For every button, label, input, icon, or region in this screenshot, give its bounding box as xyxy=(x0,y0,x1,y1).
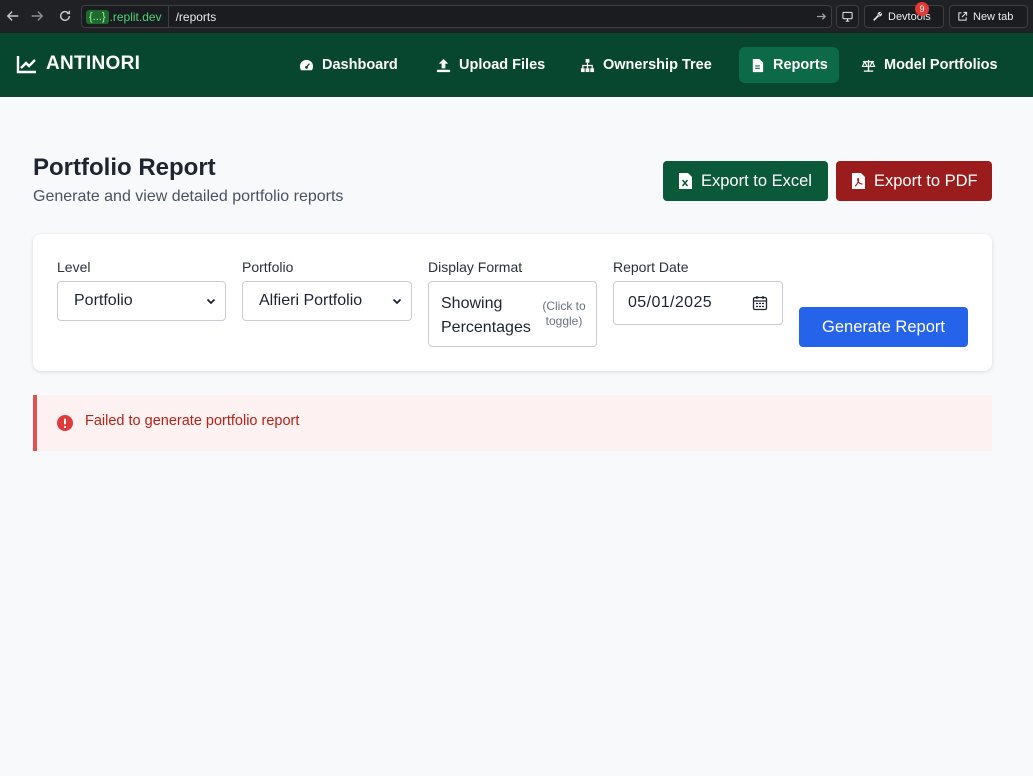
report-date-label: Report Date xyxy=(613,259,689,275)
export-pdf-button[interactable]: Export to PDF xyxy=(836,161,992,201)
file-icon xyxy=(752,58,764,72)
display-format-hint: (Click to toggle) xyxy=(542,299,586,328)
export-pdf-label: Export to PDF xyxy=(874,171,978,190)
chevron-down-icon xyxy=(392,298,402,305)
calendar-icon[interactable] xyxy=(752,295,768,311)
nav-label: Reports xyxy=(773,57,828,73)
error-message: Failed to generate portfolio report xyxy=(85,413,300,429)
app-header: ANTINORI Dashboard Upload Files Ownershi… xyxy=(0,33,1033,97)
new-tab-label: New tab xyxy=(973,10,1014,23)
arrow-left-icon xyxy=(6,11,19,21)
display-format-label: Display Format xyxy=(428,259,523,275)
nav-label: Model Portfolios xyxy=(884,57,998,73)
level-value: Portfolio xyxy=(74,292,133,309)
forward-button[interactable] xyxy=(24,3,50,29)
file-excel-icon xyxy=(679,173,692,189)
nav-upload-files[interactable]: Upload Files xyxy=(425,47,556,83)
display-format-toggle[interactable]: Showing Percentages (Click to toggle) xyxy=(428,281,597,347)
reload-button[interactable] xyxy=(52,3,78,29)
sitemap-icon xyxy=(580,58,595,72)
report-filters-card: Level Portfolio Portfolio Alfieri Portfo… xyxy=(33,234,992,371)
upload-icon xyxy=(436,58,451,72)
report-date-value: 05/01/2025 xyxy=(628,294,713,311)
url-host-text: .replit.dev xyxy=(109,9,162,24)
portfolio-select[interactable]: Alfieri Portfolio xyxy=(242,281,412,321)
export-excel-button[interactable]: Export to Excel xyxy=(663,161,828,201)
export-excel-label: Export to Excel xyxy=(701,171,812,190)
nav-dashboard[interactable]: Dashboard xyxy=(288,47,409,83)
alert-circle-icon xyxy=(57,415,73,431)
nav-label: Dashboard xyxy=(322,57,398,73)
page-title: Portfolio Report xyxy=(33,154,216,181)
portfolio-value: Alfieri Portfolio xyxy=(259,292,363,309)
reload-icon xyxy=(59,10,71,22)
url-host: {...} .replit.dev xyxy=(82,6,169,27)
nav-label: Ownership Tree xyxy=(603,57,712,73)
nav-label: Upload Files xyxy=(459,57,546,73)
url-host-chip: {...} xyxy=(86,9,109,24)
page-subtitle: Generate and view detailed portfolio rep… xyxy=(33,188,344,205)
chevron-down-icon xyxy=(206,298,216,305)
display-format-value: Showing Percentages xyxy=(441,295,531,336)
external-link-icon xyxy=(958,11,968,21)
error-alert: Failed to generate portfolio report xyxy=(33,395,992,451)
monitor-icon xyxy=(842,11,853,22)
gauge-icon xyxy=(299,59,314,70)
main-nav: Dashboard Upload Files Ownership Tree Re… xyxy=(0,47,1033,83)
go-arrow-icon[interactable] xyxy=(811,11,831,22)
generate-report-button[interactable]: Generate Report xyxy=(799,307,968,347)
portfolio-label: Portfolio xyxy=(242,259,294,275)
devtools-badge: 9 xyxy=(915,2,929,16)
browser-toolbar: {...} .replit.dev /reports Devtools 9 Ne… xyxy=(0,0,1033,33)
report-date-input[interactable]: 05/01/2025 xyxy=(613,281,783,325)
level-select[interactable]: Portfolio xyxy=(57,281,226,321)
device-toggle-button[interactable] xyxy=(836,5,859,28)
level-label: Level xyxy=(57,259,91,275)
devtools-button[interactable]: Devtools 9 xyxy=(864,2,944,28)
arrow-right-icon xyxy=(31,11,44,21)
url-path: /reports xyxy=(175,9,217,24)
wrench-icon xyxy=(873,11,883,21)
scale-icon xyxy=(861,59,876,72)
back-button[interactable] xyxy=(0,3,26,29)
nav-model-portfolios[interactable]: Model Portfolios xyxy=(850,47,1009,83)
address-bar[interactable]: {...} .replit.dev /reports xyxy=(81,5,832,28)
nav-reports[interactable]: Reports xyxy=(739,47,839,83)
nav-ownership-tree[interactable]: Ownership Tree xyxy=(569,47,723,83)
file-pdf-icon xyxy=(852,173,865,189)
new-tab-button[interactable]: New tab xyxy=(949,5,1028,28)
